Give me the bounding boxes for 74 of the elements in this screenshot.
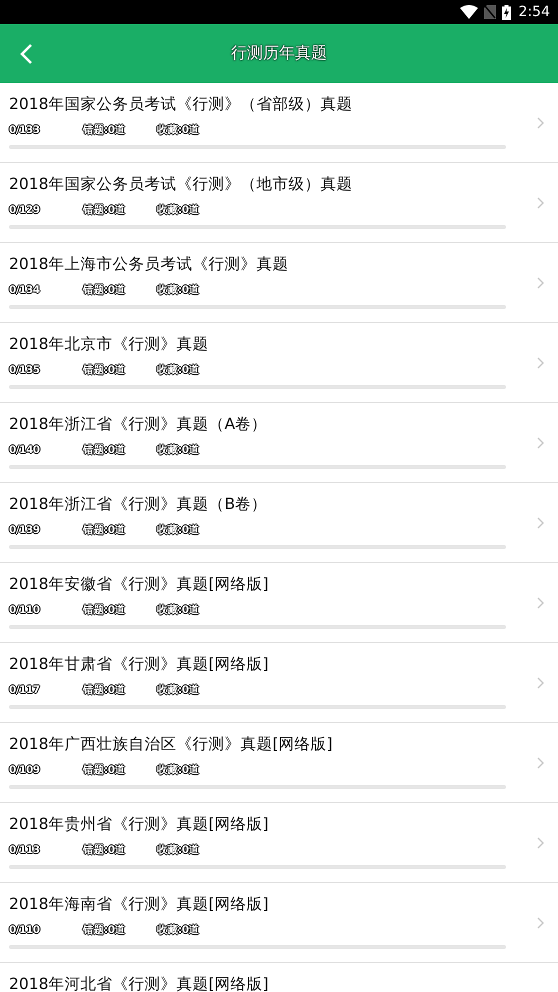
- paper-title: 2018年浙江省《行测》真题（B卷）: [9, 494, 268, 514]
- paper-title: 2018年国家公务员考试《行测》（省部级）真题: [9, 94, 352, 114]
- saved-count: 收藏:0道: [157, 603, 200, 617]
- chevron-right-icon: [537, 116, 544, 128]
- wrong-count: 错题:0道: [83, 203, 127, 217]
- saved-count: 收藏:0道: [157, 363, 200, 377]
- saved-count: 收藏:0道: [157, 123, 200, 137]
- progress-count: 0/133: [9, 124, 42, 136]
- chevron-right-icon: [537, 196, 544, 208]
- progress-count: 0/109: [9, 764, 42, 776]
- chevron-right-icon: [537, 356, 544, 368]
- saved-count: 收藏:0道: [157, 843, 200, 857]
- paper-title: 2018年贵州省《行测》真题[网络版]: [9, 814, 269, 834]
- saved-count: 收藏:0道: [157, 763, 200, 777]
- progress-count: 0/135: [9, 364, 42, 376]
- chevron-right-icon: [537, 276, 544, 288]
- progress-count: 0/110: [9, 924, 42, 936]
- paper-title: 2018年上海市公务员考试《行测》真题: [9, 254, 288, 274]
- wrong-count: 错题:0道: [83, 283, 127, 297]
- paper-title: 2018年浙江省《行测》真题（A卷）: [9, 414, 268, 434]
- chevron-right-icon: [537, 836, 544, 848]
- progress-count: 0/129: [9, 204, 42, 216]
- paper-list-item[interactable]: 2018年广西壮族自治区《行测》真题[网络版] 0/109 错题:0道 收藏:0道: [0, 723, 558, 803]
- wrong-count: 错题:0道: [83, 443, 127, 457]
- paper-list-item[interactable]: 2018年甘肃省《行测》真题[网络版] 0/117 错题:0道 收藏:0道: [0, 643, 558, 723]
- paper-list-item[interactable]: 2018年海南省《行测》真题[网络版] 0/110 错题:0道 收藏:0道: [0, 883, 558, 963]
- paper-list-item[interactable]: 2018年贵州省《行测》真题[网络版] 0/113 错题:0道 收藏:0道: [0, 803, 558, 883]
- saved-count: 收藏:0道: [157, 283, 200, 297]
- wrong-count: 错题:0道: [83, 923, 127, 937]
- progress-count: 0/117: [9, 684, 42, 696]
- paper-title: 2018年安徽省《行测》真题[网络版]: [9, 574, 269, 594]
- no-sim-icon: [484, 5, 496, 19]
- chevron-right-icon: [537, 516, 544, 528]
- wrong-count: 错题:0道: [83, 843, 127, 857]
- paper-list-item[interactable]: 2018年浙江省《行测》真题（A卷） 0/140 错题:0道 收藏:0道: [0, 403, 558, 483]
- saved-count: 收藏:0道: [157, 523, 200, 537]
- paper-title: 2018年国家公务员考试《行测》（地市级）真题: [9, 174, 352, 194]
- saved-count: 收藏:0道: [157, 443, 200, 457]
- wrong-count: 错题:0道: [83, 523, 127, 537]
- saved-count: 收藏:0道: [157, 203, 200, 217]
- progress-count: 0/139: [9, 524, 42, 536]
- progress-count: 0/113: [9, 844, 42, 856]
- paper-title: 2018年广西壮族自治区《行测》真题[网络版]: [9, 734, 333, 754]
- chevron-right-icon: [537, 596, 544, 608]
- saved-count: 收藏:0道: [157, 923, 200, 937]
- progress-count: 0/110: [9, 604, 42, 616]
- paper-list-item[interactable]: 2018年河北省《行测》真题[网络版]: [0, 963, 558, 992]
- status-time: 2:54: [518, 4, 550, 20]
- paper-title: 2018年北京市《行测》真题: [9, 334, 208, 354]
- paper-list-item[interactable]: 2018年北京市《行测》真题 0/135 错题:0道 收藏:0道: [0, 323, 558, 403]
- screen-title: 行测历年真题: [231, 43, 327, 64]
- wrong-count: 错题:0道: [83, 763, 127, 777]
- paper-list-item[interactable]: 2018年国家公务员考试《行测》（省部级）真题 0/133 错题:0道 收藏:0道: [0, 83, 558, 163]
- chevron-right-icon: [537, 756, 544, 768]
- paper-title: 2018年海南省《行测》真题[网络版]: [9, 894, 269, 914]
- wrong-count: 错题:0道: [83, 363, 127, 377]
- wrong-count: 错题:0道: [83, 123, 127, 137]
- wifi-icon: [460, 5, 478, 19]
- paper-list-item[interactable]: 2018年上海市公务员考试《行测》真题 0/134 错题:0道 收藏:0道: [0, 243, 558, 323]
- chevron-right-icon: [537, 676, 544, 688]
- battery-charging-icon: [502, 4, 511, 20]
- paper-list-item[interactable]: 2018年安徽省《行测》真题[网络版] 0/110 错题:0道 收藏:0道: [0, 563, 558, 643]
- paper-title: 2018年河北省《行测》真题[网络版]: [9, 974, 269, 992]
- paper-list-item[interactable]: 2018年国家公务员考试《行测》（地市级）真题 0/129 错题:0道 收藏:0道: [0, 163, 558, 243]
- wrong-count: 错题:0道: [83, 603, 127, 617]
- progress-count: 0/140: [9, 444, 42, 456]
- chevron-right-icon: [537, 916, 544, 928]
- progress-count: 0/134: [9, 284, 42, 296]
- wrong-count: 错题:0道: [83, 683, 127, 697]
- paper-list-item[interactable]: 2018年浙江省《行测》真题（B卷） 0/139 错题:0道 收藏:0道: [0, 483, 558, 563]
- chevron-right-icon: [537, 436, 544, 448]
- back-icon[interactable]: [19, 42, 33, 64]
- paper-title: 2018年甘肃省《行测》真题[网络版]: [9, 654, 269, 674]
- saved-count: 收藏:0道: [157, 683, 200, 697]
